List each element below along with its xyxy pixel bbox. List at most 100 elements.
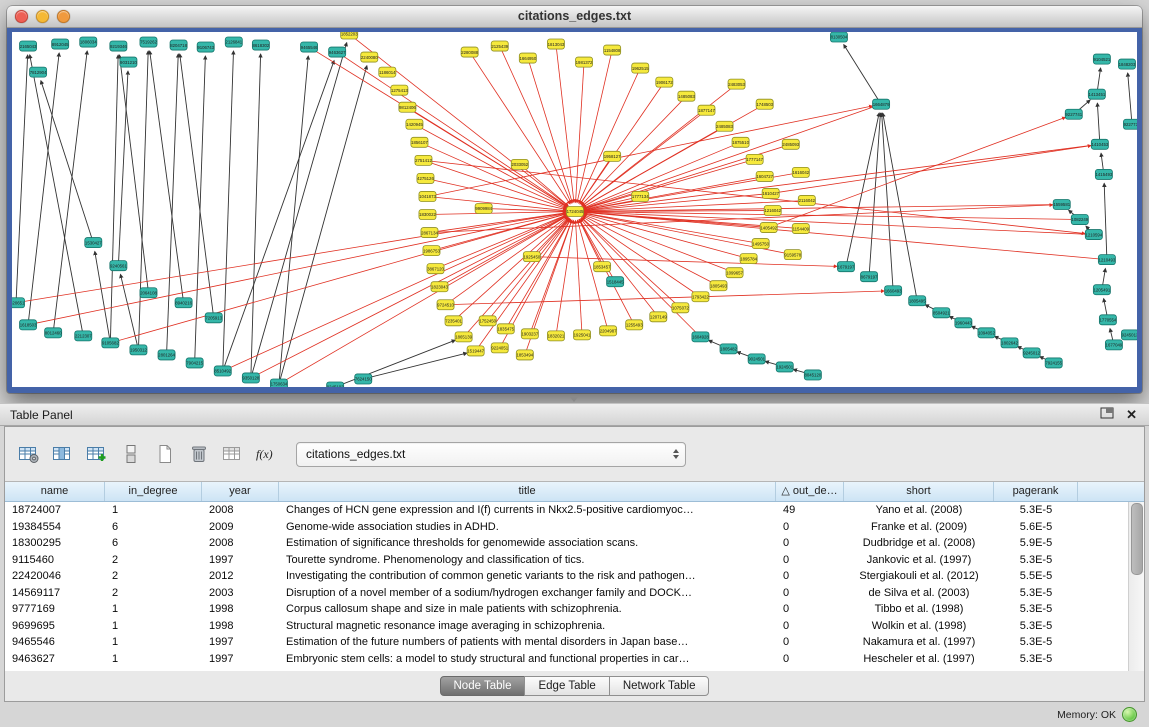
graph-node[interactable]: 1559581: [1053, 199, 1071, 209]
column-header-6[interactable]: pagerank: [994, 482, 1078, 501]
graph-node[interactable]: 1793422: [692, 292, 710, 302]
network-selector[interactable]: citations_edges.txt: [296, 442, 686, 467]
graph-node[interactable]: 1962515: [632, 63, 650, 73]
graph-node[interactable]: 1415493: [1095, 169, 1113, 179]
table-panel-header[interactable]: Table Panel ✕: [0, 403, 1149, 426]
vertical-scrollbar[interactable]: [1128, 502, 1144, 671]
graph-node[interactable]: 2751412: [415, 155, 433, 165]
graph-node[interactable]: 1664879: [873, 99, 891, 109]
column-settings-button[interactable]: [49, 442, 76, 466]
graph-node[interactable]: 8504921: [933, 308, 951, 318]
table-row[interactable]: 2242004622012Investigating the contribut…: [5, 568, 1144, 585]
graph-node[interactable]: 8510492: [214, 366, 232, 376]
graph-node[interactable]: 1852203: [341, 32, 359, 39]
graph-node[interactable]: 1154808: [604, 45, 621, 55]
graph-node[interactable]: 2033052: [511, 159, 529, 169]
graph-node[interactable]: 1906172: [656, 77, 674, 87]
graph-node[interactable]: 2520651: [12, 298, 25, 308]
graph-node[interactable]: 2280088: [461, 47, 479, 57]
graph-node[interactable]: 1210493: [1098, 255, 1116, 265]
graph-node[interactable]: 1805493: [710, 281, 728, 291]
graph-node[interactable]: 1154409: [792, 224, 809, 234]
graph-node[interactable]: 1875510: [732, 137, 750, 147]
graph-node[interactable]: 1958127: [604, 151, 622, 161]
column-header-5[interactable]: short: [844, 482, 994, 501]
graph-node[interactable]: 1925041: [573, 330, 591, 340]
graph-node[interactable]: 1519447: [467, 346, 485, 356]
graph-node[interactable]: 2116042: [798, 195, 815, 205]
column-header-1[interactable]: in_degree: [105, 482, 202, 501]
graph-node[interactable]: 7624150: [355, 374, 373, 384]
graph-node[interactable]: 2064108: [140, 288, 158, 298]
graph-node[interactable]: 2485093: [782, 139, 800, 149]
graph-node[interactable]: 8940216: [175, 298, 193, 308]
graph-node[interactable]: 1950312: [130, 345, 148, 355]
graph-node[interactable]: 8130504: [830, 32, 848, 42]
graph-node[interactable]: 7519262: [140, 37, 158, 47]
graph-node[interactable]: 1275413: [391, 85, 409, 95]
scrollbar-thumb[interactable]: [1131, 503, 1143, 575]
graph-node[interactable]: 4275126: [417, 173, 435, 183]
table-row[interactable]: 1830029562008Estimation of significance …: [5, 535, 1144, 552]
graph-node[interactable]: 1924501: [776, 362, 794, 372]
graph-node[interactable]: 1848203: [1118, 59, 1136, 69]
column-header-3[interactable]: title: [279, 482, 776, 501]
zoom-window-button[interactable]: [57, 10, 70, 23]
graph-node[interactable]: 1405492: [760, 223, 778, 233]
graph-node[interactable]: 1413451: [1088, 89, 1106, 99]
table-row[interactable]: 946362711997Embryonic stem cells: a mode…: [5, 651, 1144, 668]
graph-node[interactable]: 2126841: [225, 37, 243, 47]
table-row[interactable]: 977716911998Corpus callosum shape and si…: [5, 601, 1144, 618]
table-row[interactable]: 969969511998Structural magnetic resonanc…: [5, 618, 1144, 635]
graph-node[interactable]: 1724045: [566, 206, 584, 216]
graph-node[interactable]: 8204718: [170, 40, 188, 50]
graph-node[interactable]: 9245013: [1121, 330, 1137, 340]
graph-node[interactable]: 2867134: [421, 228, 439, 238]
graph-node[interactable]: 1752450: [479, 316, 497, 326]
graph-node[interactable]: 8679197: [861, 272, 879, 282]
graph-node[interactable]: 1748503: [756, 99, 774, 109]
graph-node[interactable]: 3867120: [427, 264, 445, 274]
graph-node[interactable]: 9909984: [475, 203, 493, 213]
network-canvas[interactable]: 2165043 8912045 1806034 9219346 7519262 …: [12, 32, 1137, 387]
graph-node[interactable]: 1802642: [1001, 338, 1019, 348]
graph-node[interactable]: 1604727: [756, 171, 774, 181]
table-settings-button[interactable]: [15, 442, 42, 466]
graph-node[interactable]: 9245102: [327, 382, 345, 387]
graph-node[interactable]: 1610427: [762, 188, 780, 198]
graph-node[interactable]: 1770554: [1099, 315, 1117, 325]
graph-node[interactable]: 1186014: [379, 67, 396, 77]
graph-node[interactable]: 2125439: [491, 41, 509, 51]
graph-node[interactable]: 1813043: [547, 39, 565, 49]
new-document-button[interactable]: [151, 442, 178, 466]
graph-node[interactable]: 8912045: [52, 39, 70, 49]
graph-node[interactable]: 8012460: [45, 328, 63, 338]
graph-node[interactable]: 9024501: [748, 354, 766, 364]
graph-node[interactable]: 1518445: [607, 277, 625, 287]
graph-node[interactable]: 9463627: [329, 47, 347, 57]
close-window-button[interactable]: [15, 10, 28, 23]
window-titlebar[interactable]: citations_edges.txt: [7, 6, 1142, 28]
table-row[interactable]: 1456911722003Disruption of a novel membe…: [5, 585, 1144, 602]
graph-node[interactable]: 7904215: [186, 358, 204, 368]
tab-network-table[interactable]: Network Table: [609, 676, 710, 696]
function-button[interactable]: f(x): [253, 442, 280, 466]
graph-node[interactable]: 9465546: [301, 42, 319, 52]
graph-node[interactable]: 1094052: [978, 328, 996, 338]
graph-node[interactable]: 7924155: [1045, 358, 1063, 368]
graph-node[interactable]: 9812406: [399, 102, 417, 112]
graph-node[interactable]: 7205913: [205, 313, 223, 323]
graph-node[interactable]: 1420945: [406, 119, 424, 129]
graph-node[interactable]: 1895784: [740, 254, 758, 264]
tab-node-table[interactable]: Node Table: [440, 676, 526, 696]
network-graph[interactable]: 2165043 8912045 1806034 9219346 7519262 …: [12, 32, 1137, 387]
graph-node[interactable]: 1207149: [650, 312, 668, 322]
graph-node[interactable]: 1210594: [1085, 230, 1103, 240]
graph-node[interactable]: 1832021: [547, 331, 565, 341]
graph-node[interactable]: 1856107: [411, 137, 429, 147]
graph-node[interactable]: 9105682: [102, 338, 120, 348]
tab-edge-table[interactable]: Edge Table: [524, 676, 609, 696]
graph-node[interactable]: 9159578: [784, 250, 802, 260]
column-header-0[interactable]: name: [5, 482, 105, 501]
import-table-button[interactable]: [83, 442, 110, 466]
